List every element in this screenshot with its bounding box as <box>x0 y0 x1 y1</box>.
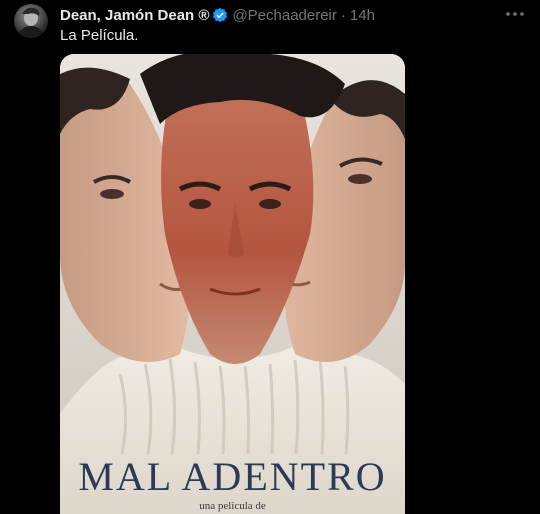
tweet-text: La Película. <box>60 27 139 44</box>
tweet: Dean, Jamón Dean ® @Pechaadereir · 14h L… <box>0 0 540 514</box>
tweet-media-image[interactable]: MAL ADENTRO una película de <box>60 54 405 514</box>
more-options-button[interactable] <box>504 5 526 23</box>
tweet-header: Dean, Jamón Dean ® @Pechaadereir · 14h <box>60 5 375 25</box>
poster-title: MAL ADENTRO <box>78 454 387 499</box>
avatar[interactable] <box>14 4 48 38</box>
poster-artwork <box>60 54 405 514</box>
display-name[interactable]: Dean, Jamón Dean ® <box>60 7 209 24</box>
separator-dot: · <box>340 6 346 24</box>
verified-badge-icon <box>212 7 228 23</box>
poster-subtitle: una película de <box>199 500 266 512</box>
timestamp[interactable]: 14h <box>350 7 375 24</box>
user-handle[interactable]: @Pechaadereir <box>232 7 336 24</box>
avatar-portrait <box>18 7 44 38</box>
more-horizontal-icon <box>506 12 524 16</box>
